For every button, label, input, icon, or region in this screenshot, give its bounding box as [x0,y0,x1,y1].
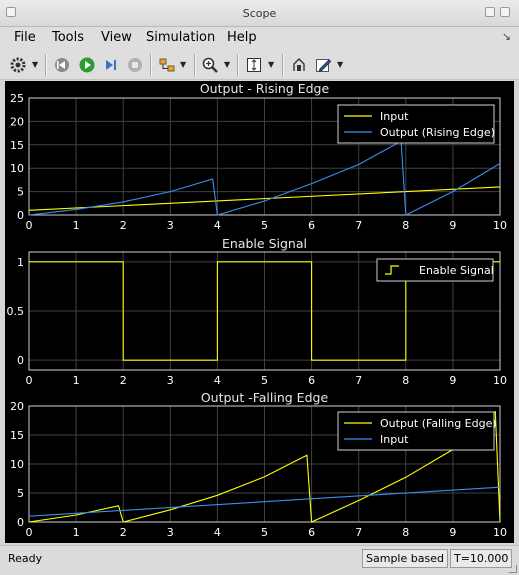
x-tick-label: 9 [449,219,456,232]
x-tick-label: 7 [355,219,362,232]
y-tick-label: 15 [10,139,24,152]
y-tick-label: 5 [17,186,24,199]
x-tick-label: 10 [493,219,507,232]
sim-time: T=10.000 [450,549,512,568]
x-tick-label: 8 [402,374,409,387]
edit-dropdown-icon[interactable]: ▼ [337,60,343,69]
status-bar: Ready Sample based T=10.000 [0,545,519,575]
y-tick-label: 20 [10,115,24,128]
x-tick-label: 4 [214,526,221,539]
y-tick-label: 10 [10,458,24,471]
x-tick-label: 0 [26,526,33,539]
x-tick-label: 5 [261,374,268,387]
stop-icon[interactable] [125,55,145,75]
x-tick-label: 9 [449,374,456,387]
x-tick-label: 4 [214,219,221,232]
legend-label: Input [380,433,409,446]
y-tick-label: 20 [10,400,24,413]
y-tick-label: 1 [17,256,24,269]
x-tick-label: 3 [167,374,174,387]
toolbar-separator [194,54,195,76]
legend-label: Output (Falling Edge) [380,417,497,430]
plot-title: Enable Signal [222,236,307,251]
toolbar-separator [237,54,238,76]
x-tick-label: 1 [73,526,80,539]
y-tick-label: 0.5 [7,305,25,318]
toolbar-separator [150,54,151,76]
legend-label: Input [380,110,409,123]
toolbar: ▼ ▼ ▼ ▼ ▼ [0,50,519,80]
scale-dropdown-icon[interactable]: ▼ [268,60,274,69]
x-tick-label: 6 [308,219,315,232]
toolbar-separator [282,54,283,76]
maximize-icon[interactable] [500,7,510,17]
plot-title: Output - Rising Edge [200,81,330,96]
resize-grip-icon[interactable] [509,565,517,573]
x-tick-label: 5 [261,526,268,539]
x-tick-label: 6 [308,526,315,539]
x-tick-label: 1 [73,374,80,387]
y-tick-label: 5 [17,487,24,500]
legend-label: Output (Rising Edge) [380,126,495,139]
x-tick-label: 8 [402,526,409,539]
x-tick-label: 7 [355,526,362,539]
y-tick-label: 0 [17,209,24,222]
y-tick-label: 0 [17,516,24,529]
x-tick-label: 10 [493,374,507,387]
x-tick-label: 3 [167,526,174,539]
menu-simulation[interactable]: Simulation [146,30,215,45]
x-tick-label: 0 [26,219,33,232]
x-tick-label: 2 [120,526,127,539]
y-tick-label: 10 [10,162,24,175]
y-tick-label: 15 [10,429,24,442]
x-tick-label: 5 [261,219,268,232]
menu-view[interactable]: View [101,30,132,45]
zoom-dropdown-icon[interactable]: ▼ [224,60,230,69]
x-tick-label: 0 [26,374,33,387]
x-tick-label: 6 [308,374,315,387]
toolbar-separator [45,54,46,76]
x-tick-label: 2 [120,374,127,387]
menu-file[interactable]: File [14,30,36,45]
x-tick-label: 1 [73,219,80,232]
signal-select-icon[interactable] [157,55,177,75]
x-tick-label: 4 [214,374,221,387]
minimize-icon[interactable] [485,7,495,17]
edit-parameters-icon[interactable] [313,55,333,75]
plot-title: Output -Falling Edge [201,390,329,405]
menu-help[interactable]: Help [227,30,257,45]
zoom-icon[interactable] [200,55,220,75]
menu-bar: File Tools View Simulation Help ↘ [0,27,519,50]
step-forward-icon[interactable] [101,55,121,75]
x-tick-label: 8 [402,219,409,232]
title-bar: Scope [0,0,519,27]
x-tick-label: 3 [167,219,174,232]
y-tick-label: 0 [17,354,24,367]
menu-tools[interactable]: Tools [52,30,84,45]
undock-icon[interactable]: ↘ [502,30,511,43]
highlight-block-icon[interactable] [289,55,309,75]
x-tick-label: 7 [355,374,362,387]
step-back-icon[interactable] [52,55,72,75]
gear-icon[interactable] [8,55,28,75]
scale-axes-icon[interactable] [244,55,264,75]
y-tick-label: 25 [10,92,24,105]
sample-mode: Sample based [362,549,448,568]
x-tick-label: 9 [449,526,456,539]
gear-dropdown-icon[interactable]: ▼ [32,60,38,69]
scope-display[interactable]: Output - Rising Edge 0 1 2 3 4 5 6 7 8 9 10 0 5 10 15 20… [5,81,514,543]
x-tick-label: 2 [120,219,127,232]
signal-dropdown-icon[interactable]: ▼ [180,60,186,69]
run-icon[interactable] [77,55,97,75]
scope-plots[interactable]: Output - Rising Edge0 1 2 3 4 5 6 7 8 9 1005101520… [5,81,514,543]
status-text: Ready [8,552,43,565]
x-tick-label: 10 [493,526,507,539]
legend-label: Enable Signal [419,264,494,277]
window-title: Scope [242,7,277,20]
